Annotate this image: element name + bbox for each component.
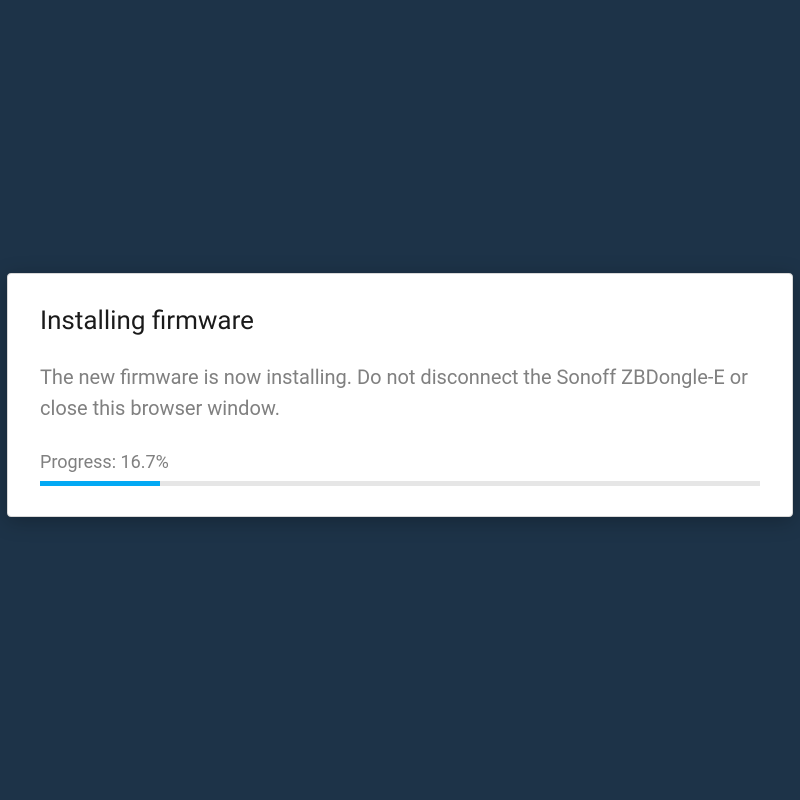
dialog-description: The new firmware is now installing. Do n… <box>40 362 760 424</box>
dialog-title: Installing firmware <box>40 306 760 336</box>
firmware-install-dialog: Installing firmware The new firmware is … <box>7 273 793 517</box>
progress-bar-fill <box>40 481 160 486</box>
progress-label: Progress: 16.7% <box>40 452 760 473</box>
progress-bar <box>40 481 760 486</box>
